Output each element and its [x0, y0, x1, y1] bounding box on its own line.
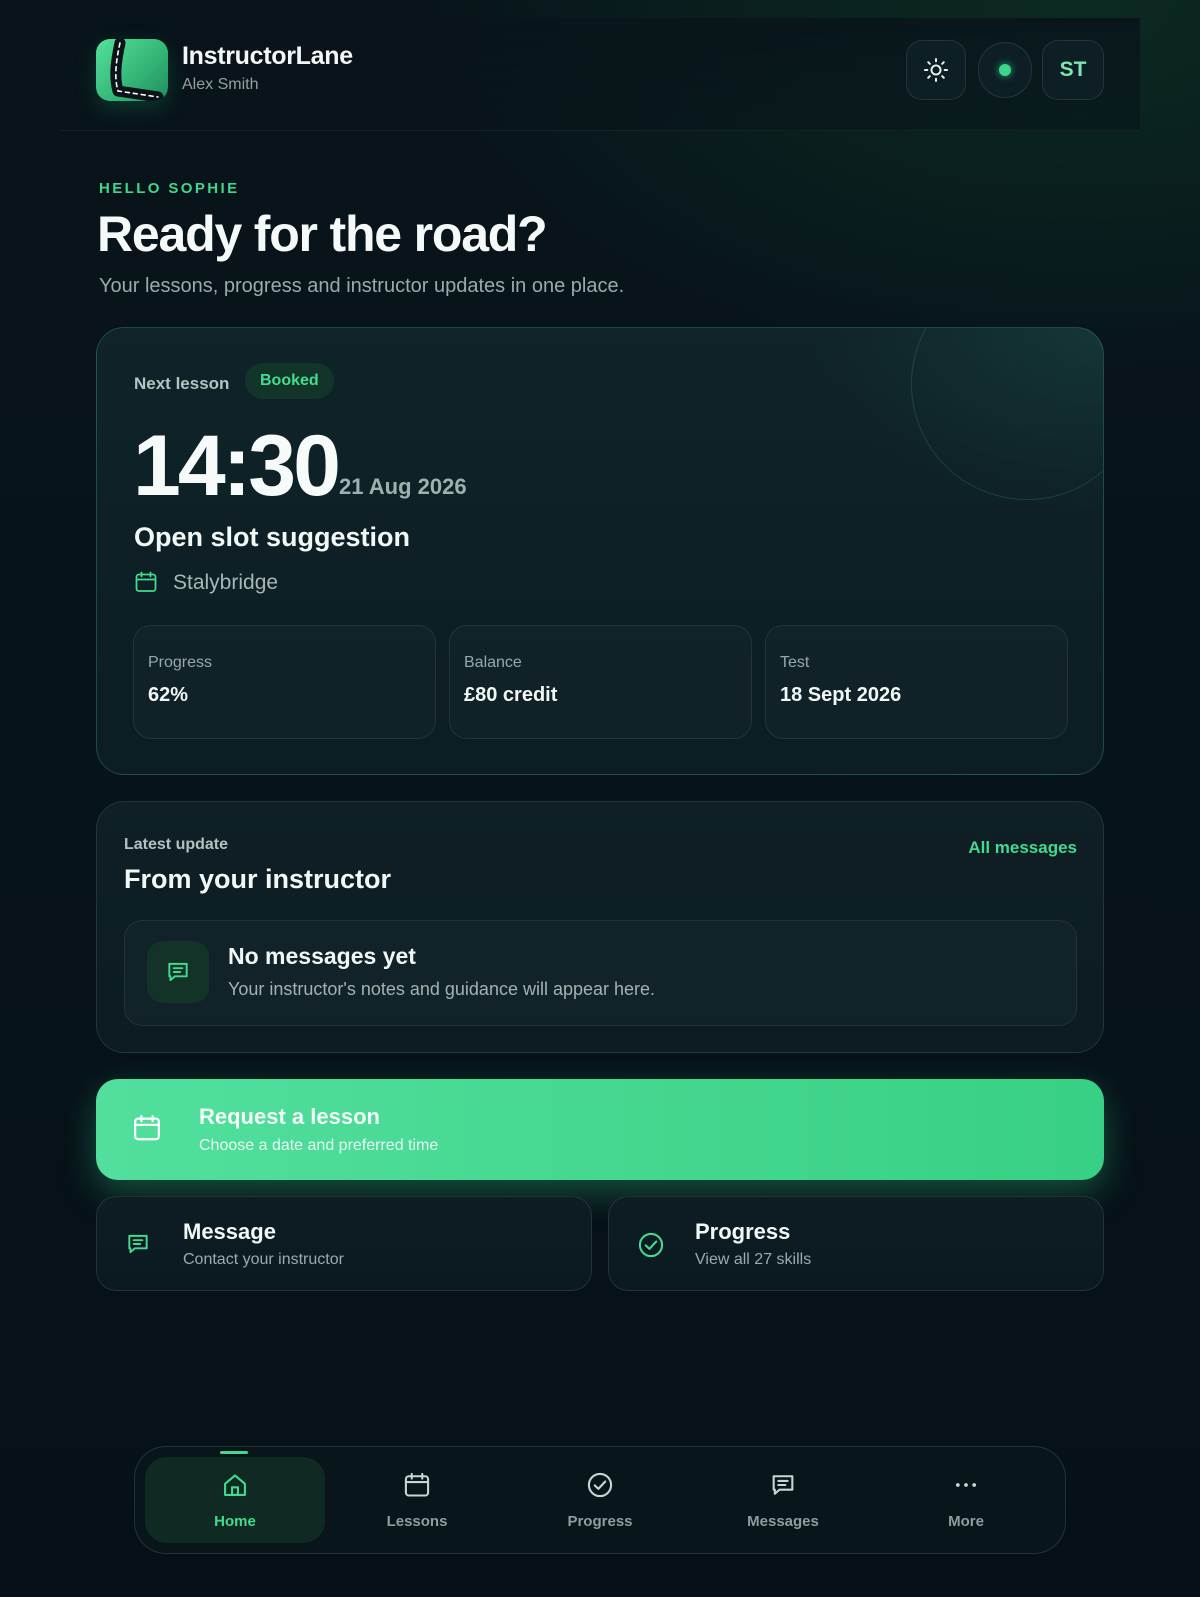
instructor-name: Alex Smith — [182, 76, 259, 93]
message-instructor-button[interactable]: Message Contact your instructor — [96, 1196, 592, 1291]
nav-item-lessons[interactable]: Lessons — [327, 1457, 507, 1543]
active-indicator — [220, 1451, 248, 1454]
app-name: InstructorLane — [182, 42, 353, 70]
empty-messages-state: No messages yet Your instructor's notes … — [124, 920, 1077, 1026]
next-lesson-label: Next lesson — [134, 374, 230, 393]
top-bar: InstructorLane Alex Smith ST — [60, 18, 1140, 131]
progress-action-title: Progress — [695, 1219, 791, 1244]
stat-balance: Balance £80 credit — [449, 625, 752, 739]
nav-item-home[interactable]: Home — [145, 1451, 325, 1543]
stat-label: Progress — [148, 654, 213, 671]
calendar-icon — [403, 1471, 431, 1504]
lesson-date: 21 Aug 2026 — [339, 474, 467, 499]
page-subtitle: Your lessons, progress and instructor up… — [99, 275, 625, 297]
bottom-nav: Home Lessons Progress Messages More — [134, 1446, 1066, 1554]
stat-test: Test 18 Sept 2026 — [765, 625, 1068, 739]
greeting-eyebrow: HELLO SOPHIE — [99, 180, 240, 197]
nav-item-more[interactable]: More — [876, 1457, 1056, 1543]
view-progress-button[interactable]: Progress View all 27 skills — [608, 1196, 1104, 1291]
lesson-location: Stalybridge — [173, 571, 279, 594]
app-logo[interactable] — [96, 39, 168, 101]
calendar-icon — [134, 570, 158, 599]
stat-value: 18 Sept 2026 — [780, 684, 902, 706]
avatar-initials: ST — [1059, 58, 1087, 81]
sun-icon — [923, 57, 949, 83]
nav-label: Messages — [747, 1513, 819, 1530]
check-circle-icon — [637, 1231, 665, 1264]
message-icon — [147, 941, 209, 1003]
lesson-time: 14:30 — [133, 418, 341, 514]
status-badge: Booked — [245, 363, 334, 399]
home-icon — [221, 1471, 249, 1504]
stat-value: £80 credit — [464, 684, 558, 706]
latest-update-title: From your instructor — [124, 864, 392, 894]
progress-action-subtitle: View all 27 skills — [695, 1251, 812, 1268]
next-lesson-card[interactable]: Next lesson Booked 14:30 21 Aug 2026 Ope… — [96, 327, 1104, 775]
stat-progress: Progress 62% — [133, 625, 436, 739]
check-circle-icon — [586, 1471, 614, 1504]
stat-value: 62% — [148, 684, 189, 706]
empty-messages-title: No messages yet — [228, 943, 416, 969]
latest-update-label: Latest update — [124, 836, 229, 853]
message-action-title: Message — [183, 1219, 276, 1244]
online-dot-icon — [999, 64, 1011, 76]
theme-toggle-button[interactable] — [906, 40, 966, 100]
nav-item-progress[interactable]: Progress — [510, 1457, 690, 1543]
stat-label: Balance — [464, 654, 522, 671]
page-title: Ready for the road? — [97, 206, 548, 262]
nav-label: Home — [214, 1513, 256, 1530]
more-dots-icon — [952, 1471, 980, 1504]
message-icon — [769, 1471, 797, 1504]
decorative-arc — [911, 328, 1103, 500]
latest-update-card: Latest update From your instructor All m… — [96, 801, 1104, 1053]
nav-label: Progress — [567, 1513, 633, 1530]
lesson-title: Open slot suggestion — [134, 522, 411, 552]
nav-label: Lessons — [386, 1513, 448, 1530]
nav-item-messages[interactable]: Messages — [693, 1457, 873, 1543]
road-logo-icon — [110, 39, 164, 101]
request-lesson-button[interactable]: Request a lesson Choose a date and prefe… — [96, 1079, 1104, 1180]
avatar-button[interactable]: ST — [1042, 40, 1104, 100]
empty-messages-text: Your instructor's notes and guidance wil… — [228, 979, 656, 999]
status-indicator-button[interactable] — [978, 42, 1032, 98]
nav-label: More — [948, 1513, 984, 1530]
message-icon — [125, 1231, 151, 1262]
calendar-icon — [132, 1113, 162, 1148]
request-lesson-subtitle: Choose a date and preferred time — [199, 1137, 439, 1154]
stat-label: Test — [780, 654, 810, 671]
message-action-subtitle: Contact your instructor — [183, 1251, 344, 1268]
request-lesson-title: Request a lesson — [199, 1104, 380, 1129]
all-messages-link[interactable]: All messages — [968, 838, 1077, 858]
